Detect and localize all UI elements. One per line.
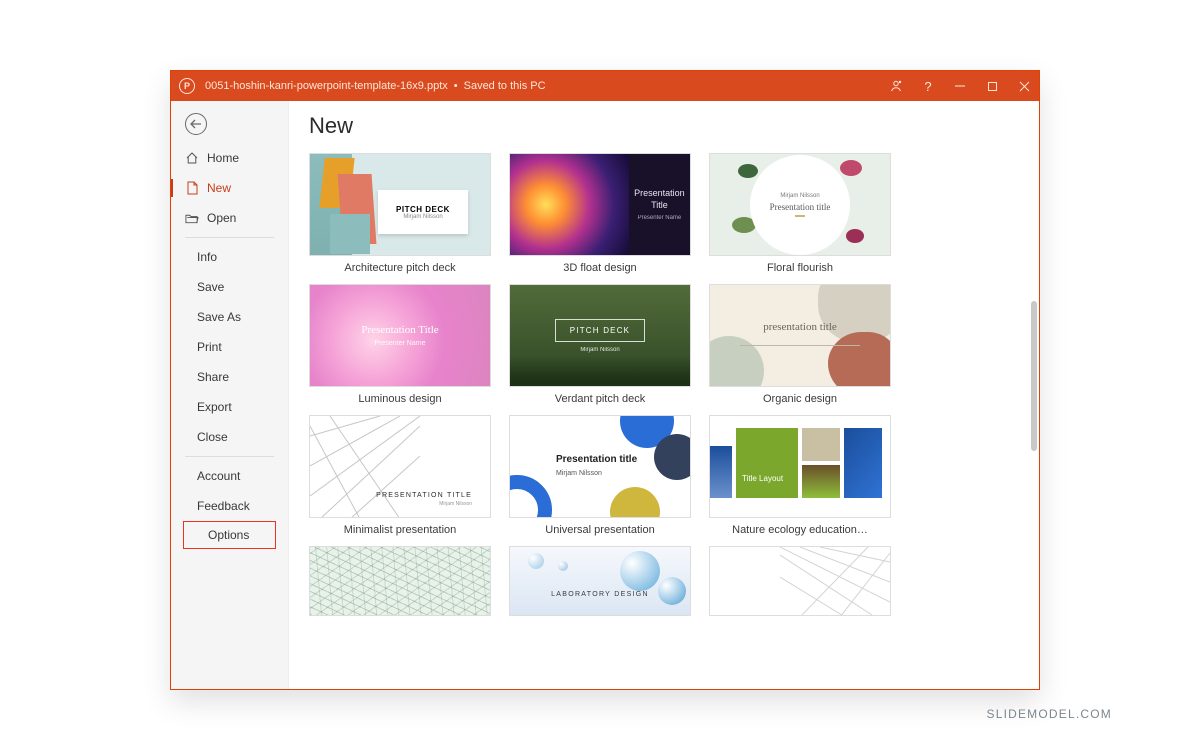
home-icon <box>185 151 199 165</box>
template-row4-2[interactable]: LABORATORY DESIGN <box>509 546 691 616</box>
maximize-button[interactable] <box>985 81 999 92</box>
template-thumbnail: presentation title <box>709 284 891 387</box>
template-thumbnail: PITCH DECKMirjam Nilsson <box>509 284 691 387</box>
nav-new[interactable]: New <box>171 173 288 203</box>
close-button[interactable] <box>1017 81 1031 92</box>
template-thumbnail: Presentation TitlePresenter Name <box>309 284 491 387</box>
powerpoint-app-icon: P <box>179 78 195 94</box>
nav-options[interactable]: Options <box>183 521 276 549</box>
template-luminous-design[interactable]: Presentation TitlePresenter Name Luminou… <box>309 284 491 405</box>
template-label: Luminous design <box>358 393 441 405</box>
template-thumbnail: Mirjam NilssonPresentation title <box>709 153 891 256</box>
nav-info[interactable]: Info <box>171 242 288 272</box>
template-thumbnail: Title Layout <box>709 415 891 518</box>
main-panel: New PITCH DECKMirjam Nilsson Architectur… <box>289 101 1039 689</box>
nav-open[interactable]: Open <box>171 203 288 233</box>
nav-open-label: Open <box>207 211 236 225</box>
watermark: SLIDEMODEL.COM <box>987 707 1113 721</box>
dot-sep: • <box>454 80 458 92</box>
scrollbar-thumb[interactable] <box>1031 301 1037 451</box>
minimize-button[interactable] <box>953 80 967 92</box>
template-universal-presentation[interactable]: Presentation titleMirjam Nilsson Univers… <box>509 415 691 536</box>
nav-home-label: Home <box>207 151 239 165</box>
filename: 0051-hoshin-kanri-powerpoint-template-16… <box>205 80 448 92</box>
template-label: 3D float design <box>563 262 636 274</box>
nav-home[interactable]: Home <box>171 143 288 173</box>
template-minimalist-presentation[interactable]: PRESENTATION TITLEMirjam Nilsson Minimal… <box>309 415 491 536</box>
template-floral-flourish[interactable]: Mirjam NilssonPresentation title Floral … <box>709 153 891 274</box>
template-thumbnail: LABORATORY DESIGN <box>509 546 691 616</box>
nav-export[interactable]: Export <box>171 392 288 422</box>
template-3d-float-design[interactable]: Presentation TitlePresenter Name 3D floa… <box>509 153 691 274</box>
back-button[interactable] <box>185 113 207 135</box>
template-label: Verdant pitch deck <box>555 393 646 405</box>
template-label: Universal presentation <box>545 524 654 536</box>
template-row4-1[interactable] <box>309 546 491 616</box>
template-grid: PITCH DECKMirjam Nilsson Architecture pi… <box>309 153 1019 616</box>
nav-close[interactable]: Close <box>171 422 288 452</box>
nav-print[interactable]: Print <box>171 332 288 362</box>
template-thumbnail: Presentation TitlePresenter Name <box>509 153 691 256</box>
account-icon[interactable] <box>889 79 903 93</box>
help-icon[interactable]: ? <box>921 79 935 94</box>
nav-feedback[interactable]: Feedback <box>171 491 288 521</box>
nav-new-label: New <box>207 181 231 195</box>
template-row4-3[interactable] <box>709 546 891 616</box>
backstage-sidebar: Home New Open Info Save Save As Print Sh… <box>171 101 289 689</box>
template-architecture-pitch-deck[interactable]: PITCH DECKMirjam Nilsson Architecture pi… <box>309 153 491 274</box>
template-label: Organic design <box>763 393 837 405</box>
template-label: Nature ecology education… <box>732 524 868 536</box>
template-nature-ecology-education[interactable]: Title Layout Nature ecology education… <box>709 415 891 536</box>
template-thumbnail: Presentation titleMirjam Nilsson <box>509 415 691 518</box>
nav-account[interactable]: Account <box>171 461 288 491</box>
template-organic-design[interactable]: presentation title Organic design <box>709 284 891 405</box>
page-title: New <box>309 113 1019 139</box>
template-label: Architecture pitch deck <box>344 262 455 274</box>
titlebar: P 0051-hoshin-kanri-powerpoint-template-… <box>171 71 1039 101</box>
template-thumbnail <box>709 546 891 616</box>
template-thumbnail <box>309 546 491 616</box>
separator <box>185 237 274 238</box>
new-file-icon <box>185 181 199 195</box>
powerpoint-backstage-window: P 0051-hoshin-kanri-powerpoint-template-… <box>170 70 1040 690</box>
separator <box>185 456 274 457</box>
nav-share[interactable]: Share <box>171 362 288 392</box>
nav-save[interactable]: Save <box>171 272 288 302</box>
template-label: Floral flourish <box>767 262 833 274</box>
template-thumbnail: PITCH DECKMirjam Nilsson <box>309 153 491 256</box>
template-label: Minimalist presentation <box>344 524 457 536</box>
save-status: Saved to this PC <box>464 80 546 92</box>
template-verdant-pitch-deck[interactable]: PITCH DECKMirjam Nilsson Verdant pitch d… <box>509 284 691 405</box>
template-thumbnail: PRESENTATION TITLEMirjam Nilsson <box>309 415 491 518</box>
open-folder-icon <box>185 211 199 225</box>
nav-saveas[interactable]: Save As <box>171 302 288 332</box>
